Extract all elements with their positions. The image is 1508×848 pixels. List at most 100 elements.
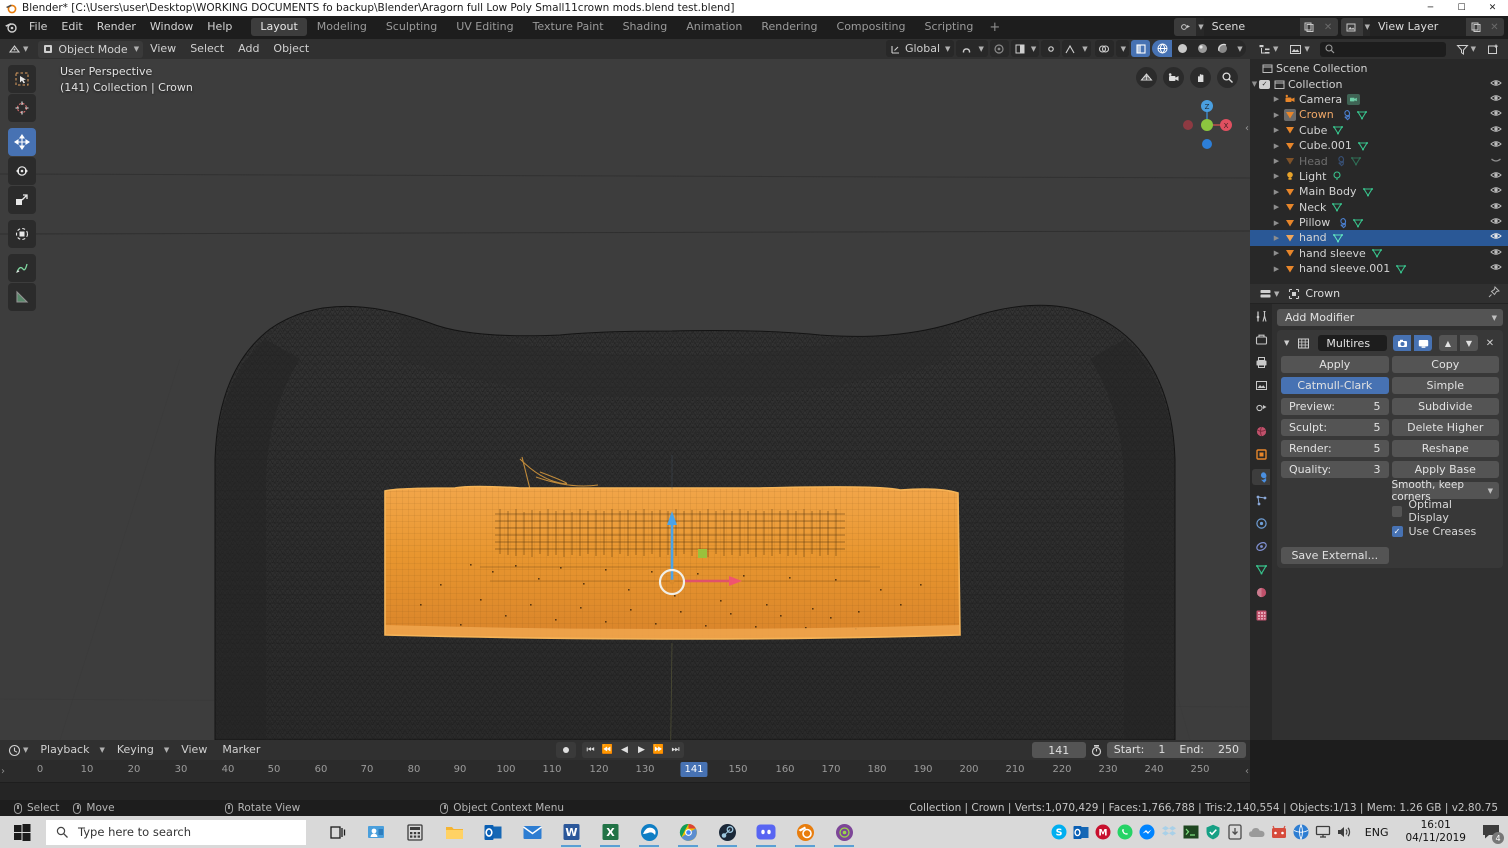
- pan-view-icon[interactable]: [1190, 67, 1211, 88]
- remove-viewlayer-button[interactable]: ✕: [1485, 18, 1504, 36]
- quality-field[interactable]: Quality: 3: [1281, 461, 1389, 478]
- viewlayer-tab[interactable]: [1252, 377, 1270, 393]
- messenger-icon[interactable]: [1136, 816, 1158, 848]
- overlays-options-dropdown[interactable]: ▼: [1115, 40, 1129, 57]
- play-reverse-button[interactable]: ◀: [616, 742, 633, 758]
- shading-options-dropdown[interactable]: ▼: [1232, 40, 1246, 57]
- cube001-visibility-eye-icon[interactable]: [1490, 138, 1502, 153]
- view-axis-gizmo[interactable]: Z X: [1176, 95, 1236, 155]
- outliner-search-input[interactable]: [1319, 41, 1446, 57]
- outliner-display-mode-button[interactable]: ▼: [1285, 41, 1313, 58]
- outliner-row-hand-sleeve[interactable]: ▶ hand sleeve: [1250, 246, 1508, 261]
- measure-tool[interactable]: [8, 283, 36, 311]
- outliner-row-hand[interactable]: ▶ hand: [1250, 230, 1508, 246]
- cursor-tool[interactable]: [8, 94, 36, 122]
- chrome-icon[interactable]: [669, 816, 707, 848]
- outliner-row-neck[interactable]: ▶ Neck: [1250, 200, 1508, 215]
- head-visibility-eye-closed-icon[interactable]: [1490, 154, 1502, 169]
- catmull-clark-button[interactable]: Catmull-Clark: [1281, 377, 1389, 394]
- blender-logo-menu-icon[interactable]: [0, 16, 22, 38]
- tab-texture-paint[interactable]: Texture Paint: [524, 18, 613, 36]
- cube-expand-arrow-icon[interactable]: ▶: [1272, 126, 1281, 134]
- timeline-playhead-badge[interactable]: 141: [680, 762, 708, 777]
- crown-visibility-eye-icon[interactable]: [1490, 107, 1502, 122]
- timeline-ruler[interactable]: 0 10 20 30 40 50 60 70 80 90 100 110 120…: [0, 760, 1250, 782]
- camera-expand-arrow-icon[interactable]: ▶: [1272, 95, 1281, 103]
- outliner-row-camera[interactable]: ▶ Camera: [1250, 92, 1508, 107]
- light-expand-arrow-icon[interactable]: ▶: [1272, 172, 1281, 180]
- timeline-menu-keying[interactable]: Keying: [110, 740, 161, 760]
- mainbody-expand-arrow-icon[interactable]: ▶: [1272, 188, 1281, 196]
- hand-expand-arrow-icon[interactable]: ▶: [1272, 234, 1281, 242]
- transform-orientation-dropdown[interactable]: Global ▼: [885, 40, 955, 57]
- close-button[interactable]: ✕: [1477, 0, 1508, 16]
- timeline-menu-view[interactable]: View: [174, 740, 214, 760]
- modifier-expand-arrow-icon[interactable]: ▼: [1281, 339, 1292, 347]
- timeline-menu-marker[interactable]: Marker: [215, 740, 267, 760]
- material-preview-button[interactable]: [1192, 40, 1212, 57]
- pillow-expand-arrow-icon[interactable]: ▶: [1272, 219, 1281, 227]
- timeline-editor-type-button[interactable]: ▼: [4, 742, 32, 759]
- modifier-delete-button[interactable]: ✕: [1481, 335, 1499, 351]
- excel-icon[interactable]: X: [591, 816, 629, 848]
- taskbar-search-input[interactable]: Type here to search: [46, 819, 306, 845]
- tab-modeling[interactable]: Modeling: [308, 18, 376, 36]
- jump-to-start-button[interactable]: ⏮: [582, 742, 599, 758]
- tab-rendering[interactable]: Rendering: [752, 18, 826, 36]
- timeline-scroll-right-arrow[interactable]: ‹: [1245, 766, 1249, 777]
- tab-compositing[interactable]: Compositing: [828, 18, 915, 36]
- onedrive-icon[interactable]: [1246, 816, 1268, 848]
- constraints-tab[interactable]: [1252, 538, 1270, 554]
- viewlayer-selector[interactable]: ▼ View Layer ✕: [1340, 18, 1504, 36]
- mainbody-mesh-data-icon[interactable]: [1362, 186, 1374, 198]
- timeline-menu-playback[interactable]: Playback: [33, 740, 96, 760]
- wireframe-shading-button[interactable]: [1152, 40, 1172, 57]
- optimal-display-checkbox[interactable]: [1391, 505, 1403, 517]
- rotate-tool[interactable]: [8, 157, 36, 185]
- modifier-name-field[interactable]: Multires: [1318, 335, 1387, 351]
- viewport-menu-add[interactable]: Add: [231, 39, 266, 59]
- word-icon[interactable]: W: [552, 816, 590, 848]
- dropbox-icon[interactable]: [1158, 816, 1180, 848]
- show-gizmo-toggle[interactable]: [1041, 40, 1061, 57]
- pin-properties-icon[interactable]: [1488, 285, 1501, 301]
- scene-tab[interactable]: [1252, 400, 1270, 416]
- menu-file[interactable]: File: [22, 16, 54, 38]
- outliner-editor-type-button[interactable]: ▼: [1254, 41, 1282, 58]
- properties-editor-type-button[interactable]: ▼: [1255, 285, 1283, 302]
- edge-icon[interactable]: [630, 816, 668, 848]
- use-creases-checkbox[interactable]: ✓: [1391, 525, 1403, 537]
- editor-type-button[interactable]: ▼: [4, 41, 32, 58]
- auto-keyframe-button[interactable]: [556, 742, 576, 758]
- reshape-button[interactable]: Reshape: [1391, 440, 1499, 457]
- outlook-icon[interactable]: [474, 816, 512, 848]
- tab-layout[interactable]: Layout: [251, 18, 307, 36]
- simple-subdivision-button[interactable]: Simple: [1391, 377, 1499, 394]
- modifier-move-up-button[interactable]: ▲: [1439, 335, 1457, 351]
- handsleeve-visibility-eye-icon[interactable]: [1490, 246, 1502, 261]
- add-modifier-button[interactable]: Add Modifier ▼: [1277, 309, 1503, 326]
- 3d-viewport[interactable]: User Perspective (141) Collection | Crow…: [0, 59, 1250, 740]
- cube-visibility-eye-icon[interactable]: [1490, 123, 1502, 138]
- jump-to-end-button[interactable]: ⏭: [667, 742, 684, 758]
- end-frame-value[interactable]: 250: [1211, 742, 1246, 758]
- modifier-render-visibility-icon[interactable]: [1393, 335, 1411, 351]
- apply-base-button[interactable]: Apply Base: [1391, 461, 1499, 478]
- menu-window[interactable]: Window: [143, 16, 200, 38]
- neck-expand-arrow-icon[interactable]: ▶: [1272, 203, 1281, 211]
- mcafee-icon[interactable]: M: [1092, 816, 1114, 848]
- viewport-sidebar-toggle[interactable]: ‹: [1245, 123, 1249, 134]
- material-tab[interactable]: [1252, 584, 1270, 600]
- taskbar-language-indicator[interactable]: ENG: [1356, 826, 1398, 839]
- unlink-scene-button[interactable]: ✕: [1318, 18, 1338, 36]
- crown-modifier-icon[interactable]: [1339, 109, 1351, 121]
- modifier-viewport-visibility-icon[interactable]: [1414, 335, 1432, 351]
- texture-tab[interactable]: [1252, 607, 1270, 623]
- head-modifier-icon[interactable]: [1333, 155, 1345, 167]
- data-tab[interactable]: [1252, 561, 1270, 577]
- outliner-row-scene-collection[interactable]: Scene Collection: [1250, 61, 1508, 76]
- tab-sculpting[interactable]: Sculpting: [377, 18, 446, 36]
- outliner-row-light[interactable]: ▶ Light: [1250, 169, 1508, 184]
- next-keyframe-button[interactable]: ⏩: [650, 742, 667, 758]
- toggle-perspective-icon[interactable]: [1136, 67, 1157, 88]
